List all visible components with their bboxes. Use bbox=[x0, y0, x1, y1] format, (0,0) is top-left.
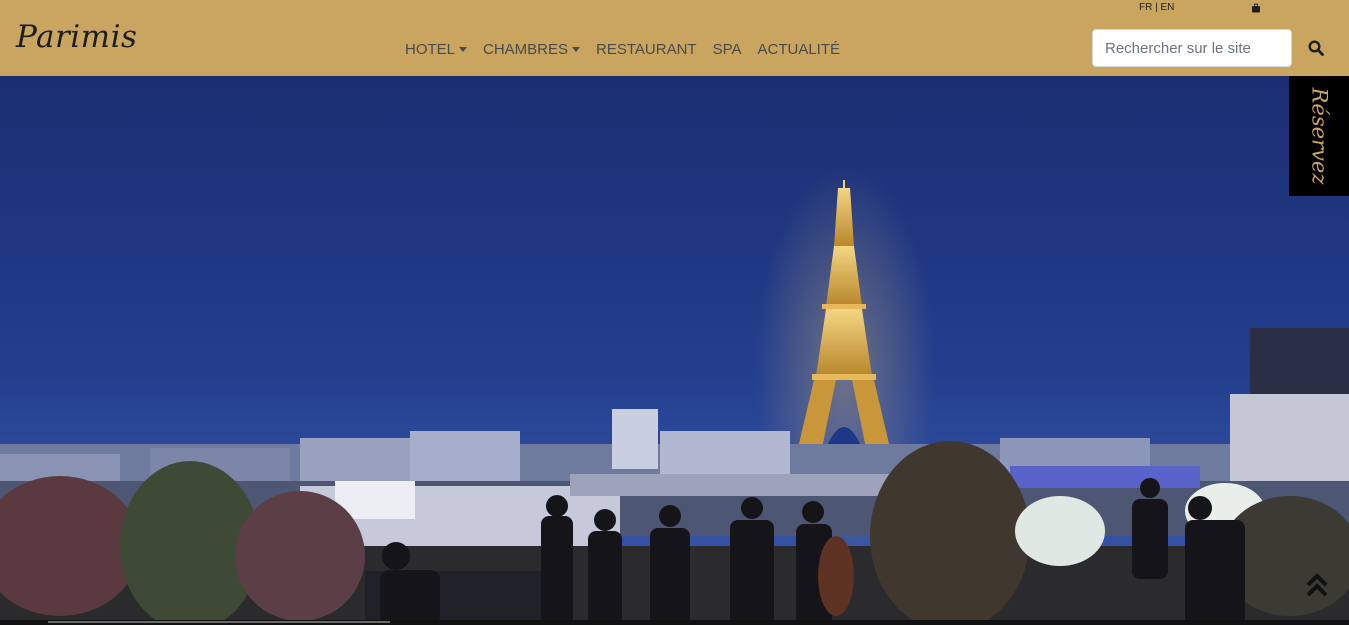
caret-down-icon bbox=[459, 47, 468, 52]
language-fr-link[interactable]: FR bbox=[1139, 2, 1152, 13]
nav-item-actualite[interactable]: ACTUALITÉ bbox=[758, 41, 841, 58]
nav-item-label: RESTAURANT bbox=[596, 40, 697, 58]
language-separator: | bbox=[1155, 2, 1158, 13]
caret-down-icon bbox=[572, 47, 581, 52]
shopping-bag-icon[interactable] bbox=[1251, 3, 1261, 13]
double-chevron-up-icon bbox=[1306, 573, 1328, 597]
reserve-label: Réservez bbox=[1307, 87, 1331, 185]
reserve-button[interactable]: Réservez bbox=[1289, 76, 1349, 196]
search-input[interactable] bbox=[1092, 29, 1292, 67]
nav-item-label: HOTEL bbox=[405, 40, 456, 58]
nav-item-label: SPA bbox=[712, 40, 742, 58]
site-header: Parimis FR | EN HOTEL CHAMBRES RESTAURAN… bbox=[0, 0, 1349, 76]
scroll-top-button[interactable] bbox=[1303, 571, 1331, 599]
nav-item-label: ACTUALITÉ bbox=[757, 40, 841, 58]
search-button[interactable] bbox=[1304, 37, 1328, 59]
site-logo[interactable]: Parimis bbox=[16, 22, 137, 53]
language-switcher: FR | EN bbox=[1139, 2, 1174, 14]
slider-progress-fill bbox=[48, 621, 390, 623]
main-nav: HOTEL CHAMBRES RESTAURANT SPA ACTUALITÉ bbox=[405, 39, 840, 59]
nav-item-restaurant[interactable]: RESTAURANT bbox=[596, 41, 697, 58]
nav-item-chambres[interactable]: CHAMBRES bbox=[483, 40, 581, 58]
hero-image bbox=[0, 76, 1349, 625]
nav-item-label: CHAMBRES bbox=[483, 40, 569, 58]
search-icon bbox=[1308, 40, 1324, 56]
nav-item-hotel[interactable]: HOTEL bbox=[405, 40, 468, 58]
nav-item-spa[interactable]: SPA bbox=[713, 41, 742, 58]
language-en-link[interactable]: EN bbox=[1161, 2, 1175, 13]
hero-illustration bbox=[0, 76, 1349, 625]
